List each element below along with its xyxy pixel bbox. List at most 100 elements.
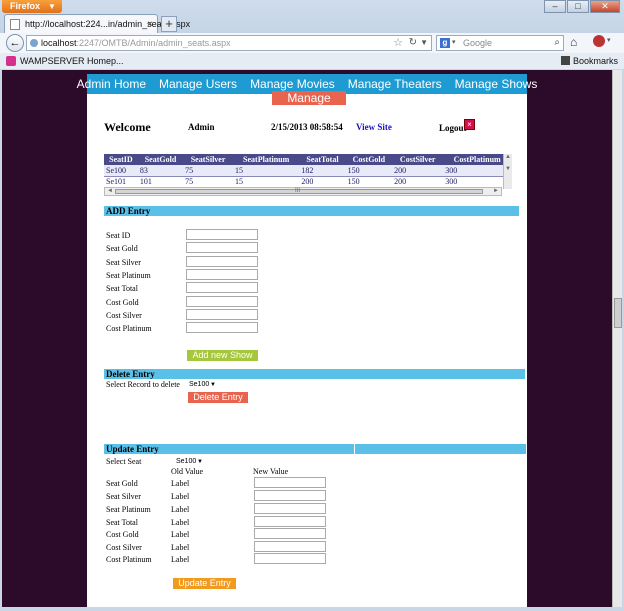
table-cell: 182 — [299, 165, 346, 177]
menu-item-manage-shows[interactable]: Manage Shows — [455, 74, 538, 94]
admin-page: Admin Home Manage Users Manage Movies Ma… — [77, 74, 537, 607]
select-seat-label: Select Seat — [106, 457, 142, 466]
table-row[interactable]: Se101 101 75 15 200 150 200 300 — [104, 176, 511, 187]
old-value-cost-gold: Label — [171, 530, 190, 539]
seat-total-input[interactable] — [186, 282, 258, 293]
cost-silver-input[interactable] — [186, 309, 258, 320]
datetime: 2/15/2013 08:58:54 — [271, 122, 343, 132]
field-label-cost-silver: Cost Silver — [106, 311, 142, 320]
home-icon[interactable]: ⌂ — [570, 35, 577, 49]
delete-record-select[interactable]: Se100 ▼ — [187, 380, 217, 390]
cost-gold-input[interactable] — [186, 296, 258, 307]
field-label-seat-silver: Seat Silver — [106, 258, 141, 267]
magnifier-icon[interactable]: ⌕ — [554, 36, 560, 50]
close-tab-icon[interactable]: × — [147, 15, 153, 34]
scroll-grip: III — [295, 188, 301, 194]
update-selected-value: Se100 — [176, 458, 197, 465]
seat-silver-input[interactable] — [186, 256, 258, 267]
new-tab-button[interactable]: + — [161, 16, 177, 32]
update-label-cost-gold: Cost Gold — [106, 530, 139, 539]
cost-platinum-input[interactable] — [186, 322, 258, 333]
bookmarks-label: Bookmarks — [572, 56, 618, 66]
old-value-cost-platinum: Label — [171, 555, 190, 564]
close-window-button[interactable]: ✕ — [590, 0, 620, 13]
new-cost-gold-input[interactable] — [254, 528, 326, 539]
table-cell: 200 — [299, 176, 346, 187]
new-seat-total-input[interactable] — [254, 516, 326, 527]
table-cell: 15 — [232, 165, 300, 177]
seat-platinum-input[interactable] — [186, 269, 258, 280]
welcome-text: Welcome — [104, 120, 151, 134]
new-cost-platinum-input[interactable] — [254, 553, 326, 564]
seat-gold-input[interactable] — [186, 242, 258, 253]
navigation-bar: ← localhost:2247/OMTB/Admin/admin_seats.… — [0, 33, 624, 53]
update-seat-select[interactable]: Se100 ▼ — [174, 457, 204, 467]
bookmark-wampserver[interactable]: WAMPSERVER Homep... — [20, 53, 124, 69]
url-host: localhost — [41, 38, 77, 48]
update-entry-button[interactable]: Update Entry — [173, 578, 236, 589]
new-seat-gold-input[interactable] — [254, 477, 326, 488]
field-label-seat-platinum: Seat Platinum — [106, 271, 151, 280]
new-cost-silver-input[interactable] — [254, 541, 326, 552]
seats-table: SeatID SeatGold SeatSilver SeatPlatinum … — [104, 154, 511, 187]
search-placeholder: Google — [463, 38, 493, 48]
field-label-seat-total: Seat Total — [106, 284, 138, 293]
delete-entry-button[interactable]: Delete Entry — [188, 392, 248, 403]
new-seat-platinum-input[interactable] — [254, 503, 326, 514]
menu-item-manage-seats[interactable]: Manage Seats — [272, 91, 346, 119]
globe-icon — [30, 39, 38, 47]
view-site-link[interactable]: View Site — [356, 122, 392, 132]
table-cell: 200 — [392, 176, 444, 187]
bookmarks-toolbar: WAMPSERVER Homep... Bookmarks — [0, 53, 624, 69]
page-vertical-scrollbar[interactable] — [612, 70, 622, 607]
table-cell: 83 — [137, 165, 184, 177]
user-name: Admin — [188, 122, 215, 132]
delete-selected-value: Se100 — [189, 381, 210, 388]
old-value-seat-silver: Label — [171, 492, 190, 501]
field-label-cost-platinum: Cost Platinum — [106, 324, 152, 333]
table-cell: Se100 — [104, 165, 138, 177]
menu-item-manage-theaters[interactable]: Manage Theaters — [348, 74, 442, 94]
update-label-seat-silver: Seat Silver — [106, 492, 141, 501]
minimize-button[interactable]: – — [544, 0, 566, 13]
bookmark-star-icon[interactable]: ☆ — [393, 36, 403, 50]
table-row[interactable]: Se100 83 75 15 182 150 200 300 — [104, 165, 511, 177]
column-header: SeatTotal — [299, 154, 346, 165]
scroll-right-icon[interactable]: ► — [493, 188, 499, 194]
update-label-seat-platinum: Seat Platinum — [106, 505, 151, 514]
addon-dropdown-icon[interactable]: ▾ — [607, 36, 611, 44]
back-button[interactable]: ← — [6, 34, 24, 52]
search-input[interactable]: g ▾ Google ⌕ — [436, 35, 564, 51]
browser-tab[interactable]: http://localhost:224...in/admin_seats.as… — [4, 14, 190, 34]
column-header: SeatPlatinum — [232, 154, 300, 165]
search-engine-dropdown-icon[interactable]: ▾ — [452, 36, 456, 50]
column-header: SeatID — [104, 154, 138, 165]
url-bar[interactable]: localhost:2247/OMTB/Admin/admin_seats.as… — [26, 35, 432, 51]
maximize-button[interactable]: □ — [567, 0, 589, 13]
field-label-seat-gold: Seat Gold — [106, 244, 138, 253]
scroll-left-icon[interactable]: ◄ — [107, 188, 113, 194]
chevron-down-icon: ▼ — [48, 2, 56, 11]
firefox-menu-label: Firefox — [10, 1, 41, 11]
table-vertical-scrollbar[interactable]: ▲ ▼ — [503, 154, 512, 189]
seat-id-input[interactable] — [186, 229, 258, 240]
url-dropdown-icon[interactable]: ▼ — [420, 36, 428, 50]
add-new-show-button[interactable]: Add new Show — [187, 350, 258, 361]
field-label-seat-id: Seat ID — [106, 231, 131, 240]
column-header: SeatGold — [137, 154, 184, 165]
menu-item-manage-users[interactable]: Manage Users — [159, 74, 237, 94]
menu-item-admin-home[interactable]: Admin Home — [77, 74, 146, 94]
bookmarks-menu-button[interactable]: Bookmarks — [560, 53, 618, 69]
logout-link[interactable]: Logout — [439, 123, 467, 133]
page-scroll-thumb[interactable] — [614, 298, 622, 328]
addon-icon[interactable] — [593, 35, 605, 47]
logout-icon[interactable]: × — [464, 119, 475, 130]
column-header: CostGold — [345, 154, 393, 165]
table-cell: 101 — [137, 176, 184, 187]
table-cell: 75 — [183, 176, 233, 187]
table-cell: 15 — [232, 176, 300, 187]
new-seat-silver-input[interactable] — [254, 490, 326, 501]
reload-icon[interactable]: ↻ — [409, 36, 417, 50]
table-horizontal-scrollbar[interactable]: ◄ III ► — [104, 187, 502, 196]
table-header-row: SeatID SeatGold SeatSilver SeatPlatinum … — [104, 154, 511, 165]
